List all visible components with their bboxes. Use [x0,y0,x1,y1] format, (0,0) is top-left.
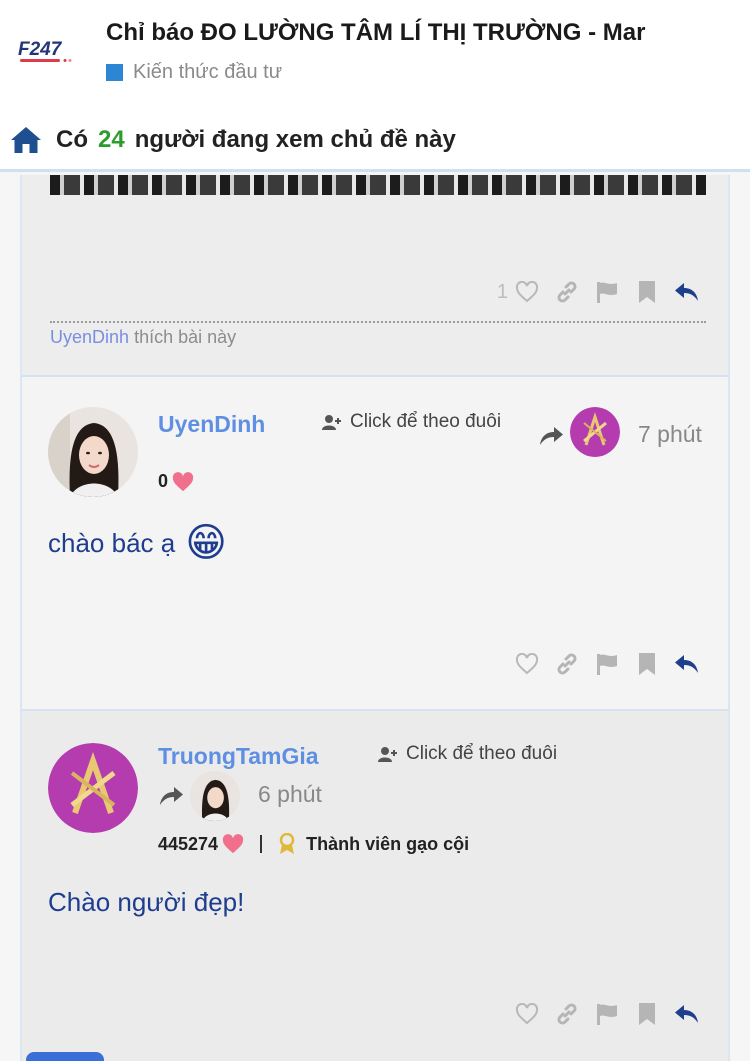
home-icon[interactable] [10,125,42,155]
post-body: Chào người đẹp! [48,887,244,918]
reply-icon[interactable] [674,279,700,305]
member-rank: Thành viên gạo cội [306,833,470,854]
thread-title[interactable]: Chỉ báo ĐO LƯỜNG TÂM LÍ THỊ TRƯỜNG - Mar [106,16,692,50]
liked-by-text: thích bài này [134,327,237,347]
bookmark-icon[interactable] [634,279,660,305]
follow-button[interactable]: Click để theo đuôi [378,743,557,765]
post: 1 UyenDinh thích bài này [20,175,730,377]
post-image[interactable] [50,175,706,195]
bookmark-icon[interactable] [634,1001,660,1027]
follow-label: Click để theo đuôi [350,411,502,432]
post-text: Chào người đẹp! [48,887,245,917]
heart-icon [222,834,244,854]
username[interactable]: UyenDinh [158,411,265,438]
bottom-action-button[interactable] [26,1052,104,1061]
reply-to-avatar[interactable] [190,771,240,821]
category-label: Kiến thức đầu tư [133,60,283,83]
person-add-icon [378,747,397,762]
post-time[interactable]: 7 phút [638,421,702,448]
post-actions: 1 [497,279,700,305]
forum-category[interactable]: Kiến thức đầu tư [106,58,282,86]
viewers-text: Có 24 người đang xem chủ đề này [56,126,456,154]
user-points: 0 [158,471,194,492]
post-stream: 1 UyenDinh thích bài này UyenDinh Click … [20,175,730,1061]
grinning-emoji-icon: 😁 [185,521,227,565]
divider [260,835,263,853]
bookmark-icon[interactable] [634,651,660,677]
post-body: chào bác ạ 😁 [48,523,227,563]
reply-icon[interactable] [674,651,700,677]
flag-icon[interactable] [594,279,620,305]
follow-label: Click để theo đuôi [406,743,558,764]
post-actions [514,651,700,677]
post-actions [514,1001,700,1027]
user-points: 445274 Thành viên gạo cội [158,833,469,855]
heart-icon[interactable] [514,1001,540,1027]
points-value: 0 [158,471,169,491]
like-count: 1 [496,280,508,303]
award-ribbon-icon [279,833,295,854]
f247-logo[interactable]: F247 [18,38,84,66]
reply-to-icon [540,427,563,445]
avatar[interactable] [48,743,138,833]
link-icon[interactable] [554,651,580,677]
person-add-icon [322,415,341,430]
topic-header: F247 Chỉ báo ĐO LƯỜNG TÂM LÍ THỊ TRƯỜNG … [0,0,750,110]
reply-icon[interactable] [674,1001,700,1027]
viewers-suffix: người đang xem chủ đề này [134,125,456,153]
viewers-prefix: Có [56,125,88,153]
flag-icon[interactable] [594,651,620,677]
follow-button[interactable]: Click để theo đuôi [322,411,501,433]
link-icon[interactable] [554,1001,580,1027]
post-time[interactable]: 6 phút [258,781,322,808]
heart-icon[interactable] [514,279,540,305]
liked-by: UyenDinh thích bài này [50,321,706,348]
liked-by-user[interactable]: UyenDinh [50,327,129,347]
heart-icon [172,471,194,491]
heart-icon[interactable] [514,651,540,677]
category-color-badge [106,63,123,81]
post: UyenDinh Click để theo đuôi 7 phút 0 chà… [20,377,730,711]
post-text: chào bác ạ [48,527,176,558]
viewers-count: 24 [98,125,125,153]
points-value: 445274 [158,833,219,854]
viewers-bar: Có 24 người đang xem chủ đề này [0,110,750,172]
link-icon[interactable] [554,279,580,305]
post: TruongTamGia Click để theo đuôi 6 phút 4… [20,711,730,1061]
svg-text:F247: F247 [18,39,63,60]
username[interactable]: TruongTamGia [158,743,319,770]
avatar[interactable] [48,407,138,497]
reply-to-avatar[interactable] [570,407,620,457]
reply-to-icon [160,787,183,805]
flag-icon[interactable] [594,1001,620,1027]
